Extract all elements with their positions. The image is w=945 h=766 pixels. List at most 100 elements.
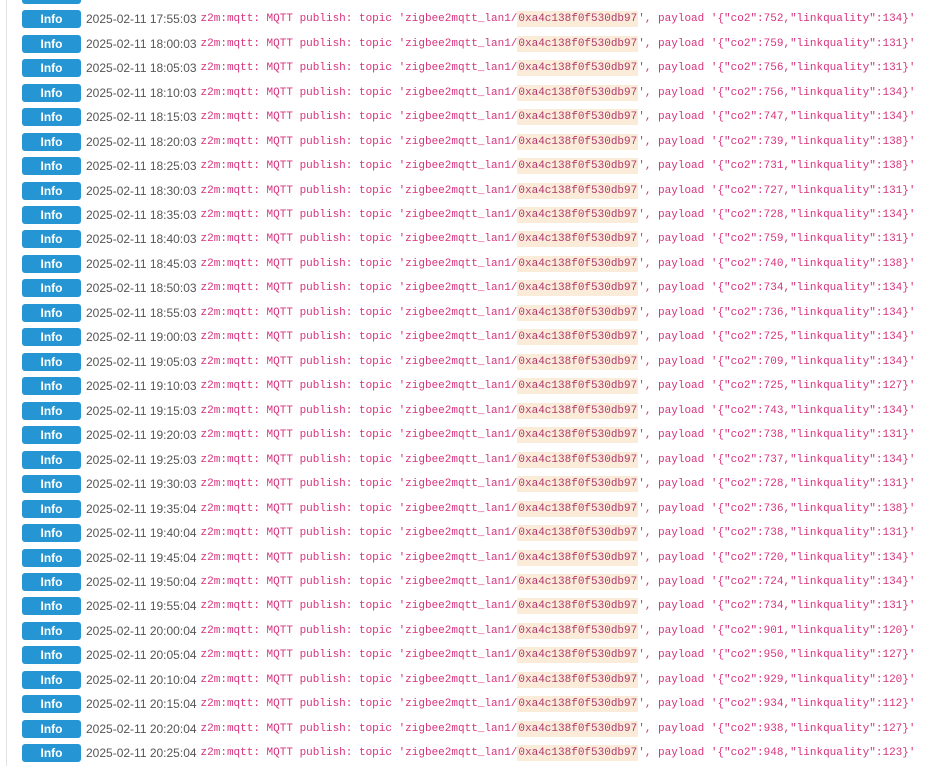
log-level-badge[interactable]: Info (22, 377, 81, 396)
log-entry: Info 2025-02-11 18:15:03 z2m:mqtt: MQTT pu… (22, 105, 937, 129)
device-id-highlight: 0xa4c138f0f530db97 (517, 35, 639, 52)
log-entry: Info 2025-02-11 19:35:04 z2m:mqtt: MQTT pu… (22, 496, 937, 520)
message-topic-prefix: z2m:mqtt: MQTT publish: topic 'zigbee2mq… (200, 160, 518, 173)
log-level-badge[interactable]: Info (22, 328, 81, 347)
log-message: z2m:mqtt: MQTT publish: topic 'zigbee2mq… (201, 549, 916, 566)
device-id-highlight: 0xa4c138f0f530db97 (517, 206, 639, 223)
payload-label: ', payload ' (638, 86, 718, 99)
message-topic-prefix: z2m:mqtt: MQTT publish: topic 'zigbee2mq… (200, 62, 518, 75)
log-level-badge[interactable]: Info (22, 597, 81, 616)
log-level-badge[interactable]: Info (22, 621, 81, 640)
log-entry: Info 2025-02-11 19:15:03 z2m:mqtt: MQTT pu… (22, 399, 937, 423)
device-id-highlight: 0xa4c138f0f530db97 (517, 598, 639, 615)
device-id-highlight: 0xa4c138f0f530db97 (517, 720, 639, 737)
log-entry: Info 2025-02-11 19:20:03 z2m:mqtt: MQTT pu… (22, 423, 937, 447)
log-entry: Info 2025-02-11 20:05:04 z2m:mqtt: MQTT pu… (22, 643, 937, 667)
log-entry: Info 2025-02-11 19:55:04 z2m:mqtt: MQTT pu… (22, 594, 937, 618)
payload-value: {"co2":759,"linkquality":131}' (717, 233, 916, 246)
log-level-badge[interactable]: Info (22, 475, 81, 494)
log-level-badge[interactable]: Info (22, 34, 81, 53)
device-id-highlight: 0xa4c138f0f530db97 (517, 280, 639, 297)
log-entry: Info 2025-02-11 19:05:03 z2m:mqtt: MQTT pu… (22, 350, 937, 374)
log-level-badge[interactable]: Info (22, 646, 81, 665)
log-timestamp: 2025-02-11 18:45:03 (86, 256, 197, 271)
log-level-badge[interactable]: Info (22, 303, 81, 322)
payload-value: {"co2":950,"linkquality":127}' (717, 649, 916, 662)
payload-label: ', payload ' (638, 747, 718, 760)
payload-label: ', payload ' (638, 62, 718, 75)
device-id-highlight: 0xa4c138f0f530db97 (517, 451, 639, 468)
device-id-highlight: 0xa4c138f0f530db97 (517, 549, 639, 566)
payload-label: ', payload ' (638, 551, 718, 564)
log-level-badge[interactable]: Info (22, 10, 81, 29)
log-level-badge[interactable]: Info (22, 719, 81, 738)
log-level-badge[interactable]: Info (22, 108, 81, 127)
message-topic-prefix: z2m:mqtt: MQTT publish: topic 'zigbee2mq… (200, 233, 518, 246)
log-entry: Info 2025-02-11 20:10:04 z2m:mqtt: MQTT pu… (22, 668, 937, 692)
log-message: z2m:mqtt: MQTT publish: topic 'zigbee2mq… (201, 427, 916, 444)
log-level-badge[interactable]: Info (22, 132, 81, 151)
payload-label: ', payload ' (638, 208, 718, 221)
message-topic-prefix: z2m:mqtt: MQTT publish: topic 'zigbee2mq… (200, 135, 518, 148)
payload-value: {"co2":756,"linkquality":134}' (717, 86, 916, 99)
payload-value: {"co2":738,"linkquality":131}' (717, 429, 916, 442)
log-level-badge[interactable]: Info (22, 205, 81, 224)
log-level-badge[interactable]: Info (22, 499, 81, 518)
payload-label: ', payload ' (638, 673, 718, 686)
log-timestamp: 2025-02-11 20:00:04 (86, 623, 197, 638)
log-level-badge[interactable]: Info (22, 230, 81, 249)
payload-value: {"co2":728,"linkquality":134}' (717, 208, 916, 221)
payload-value: {"co2":736,"linkquality":134}' (717, 306, 916, 319)
log-viewer[interactable]: Info 2025-02-11 17:55:03 z2m:mqtt: MQTT pu… (0, 0, 945, 766)
log-level-badge[interactable]: Info (22, 401, 81, 420)
payload-value: {"co2":728,"linkquality":131}' (717, 478, 916, 491)
device-id-highlight: 0xa4c138f0f530db97 (517, 500, 639, 517)
log-level-badge[interactable]: Info (22, 744, 81, 763)
log-level-badge[interactable]: Info (22, 695, 81, 714)
log-timestamp: 2025-02-11 19:55:04 (86, 599, 197, 614)
log-level-badge[interactable]: Info (22, 181, 81, 200)
log-timestamp: 2025-02-11 19:40:04 (86, 526, 197, 541)
log-timestamp: 2025-02-11 17:55:03 (86, 12, 197, 27)
log-message: z2m:mqtt: MQTT publish: topic 'zigbee2mq… (201, 378, 916, 395)
log-entry: Info 2025-02-11 18:00:03 z2m:mqtt: MQTT pu… (22, 31, 937, 55)
payload-value: {"co2":747,"linkquality":134}' (717, 111, 916, 124)
gutter-divider (6, 0, 7, 766)
message-topic-prefix: z2m:mqtt: MQTT publish: topic 'zigbee2mq… (200, 331, 518, 344)
log-level-badge[interactable]: Info (22, 83, 81, 102)
payload-value: {"co2":738,"linkquality":131}' (717, 527, 916, 540)
payload-value: {"co2":725,"linkquality":134}' (717, 331, 916, 344)
message-topic-prefix: z2m:mqtt: MQTT publish: topic 'zigbee2mq… (200, 453, 518, 466)
log-level-badge[interactable]: Info (22, 352, 81, 371)
payload-value: {"co2":725,"linkquality":127}' (717, 380, 916, 393)
payload-value: {"co2":901,"linkquality":120}' (717, 624, 916, 637)
log-message: z2m:mqtt: MQTT publish: topic 'zigbee2mq… (201, 745, 916, 762)
log-message: z2m:mqtt: MQTT publish: topic 'zigbee2mq… (201, 304, 916, 321)
log-level-badge[interactable]: Info (22, 157, 81, 176)
log-entry: Info 2025-02-11 18:50:03 z2m:mqtt: MQTT pu… (22, 276, 937, 300)
payload-value: {"co2":938,"linkquality":127}' (717, 722, 916, 735)
payload-label: ', payload ' (638, 380, 718, 393)
message-topic-prefix: z2m:mqtt: MQTT publish: topic 'zigbee2mq… (200, 111, 518, 124)
log-level-badge[interactable]: Info (22, 548, 81, 567)
log-level-badge[interactable]: Info (22, 426, 81, 445)
log-level-badge[interactable]: Info (22, 254, 81, 273)
device-id-highlight: 0xa4c138f0f530db97 (517, 133, 639, 150)
log-level-badge[interactable]: Info (22, 524, 81, 543)
log-level-badge[interactable]: Info (22, 670, 81, 689)
log-timestamp: 2025-02-11 18:55:03 (86, 305, 197, 320)
log-timestamp: 2025-02-11 18:00:03 (86, 36, 197, 51)
message-topic-prefix: z2m:mqtt: MQTT publish: topic 'zigbee2mq… (200, 404, 518, 417)
log-timestamp: 2025-02-11 20:05:04 (86, 648, 197, 663)
payload-label: ', payload ' (638, 306, 718, 319)
log-level-badge[interactable]: Info (22, 573, 81, 592)
log-timestamp: 2025-02-11 20:15:04 (86, 697, 197, 712)
payload-label: ', payload ' (638, 624, 718, 637)
log-message: z2m:mqtt: MQTT publish: topic 'zigbee2mq… (201, 182, 916, 199)
log-entry: Info 2025-02-11 18:35:03 z2m:mqtt: MQTT pu… (22, 203, 937, 227)
log-level-badge[interactable]: Info (22, 450, 81, 469)
log-timestamp: 2025-02-11 19:30:03 (86, 477, 197, 492)
log-level-badge[interactable]: Info (22, 279, 81, 298)
log-level-badge[interactable]: Info (22, 59, 81, 78)
log-entry: Info 2025-02-11 19:50:04 z2m:mqtt: MQTT pu… (22, 570, 937, 594)
